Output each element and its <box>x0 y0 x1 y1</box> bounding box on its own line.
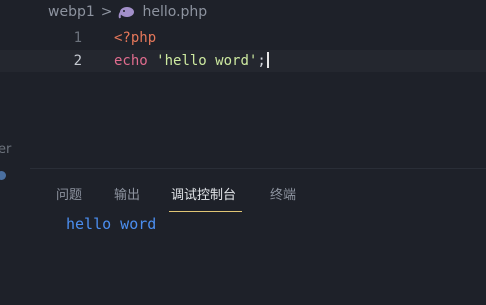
breadcrumb-folder[interactable]: webp1 <box>48 4 95 20</box>
code-text[interactable]: echo 'hello word'; <box>114 50 269 72</box>
sidebar-fragment-label: er <box>0 142 12 157</box>
bottom-panel: 问题 输出 调试控制台 终端 hello word <box>30 168 486 305</box>
semicolon: ; <box>257 53 266 69</box>
tab-terminal[interactable]: 终端 <box>270 184 296 203</box>
active-tab-indicator <box>169 211 242 212</box>
text-cursor <box>266 52 269 68</box>
breadcrumb: webp1 > hello.php <box>48 3 207 21</box>
editor[interactable]: webp1 > hello.php 1 <?php 2 echo 'hello … <box>0 0 486 168</box>
tab-debug-console[interactable]: 调试控制台 <box>171 184 236 203</box>
line-number: 2 <box>73 53 82 69</box>
breadcrumb-file[interactable]: hello.php <box>142 4 207 20</box>
tab-problems[interactable]: 问题 <box>56 184 82 203</box>
status-dot-icon <box>0 171 6 180</box>
code-line-current[interactable]: 2 echo 'hello word'; <box>0 50 486 72</box>
echo-keyword: echo <box>114 53 148 69</box>
elephant-icon <box>118 5 136 19</box>
line-number: 1 <box>73 30 82 46</box>
console-output: hello word <box>66 215 157 233</box>
tab-output[interactable]: 输出 <box>114 184 140 203</box>
code-line[interactable]: 1 <?php <box>0 27 486 49</box>
panel-tabs: 问题 输出 调试控制台 终端 <box>30 169 486 213</box>
breadcrumb-separator: > <box>100 4 113 20</box>
string-literal: 'hello word' <box>156 53 258 69</box>
code-text[interactable]: <?php <box>114 27 156 49</box>
php-open-tag: <?php <box>114 30 157 46</box>
